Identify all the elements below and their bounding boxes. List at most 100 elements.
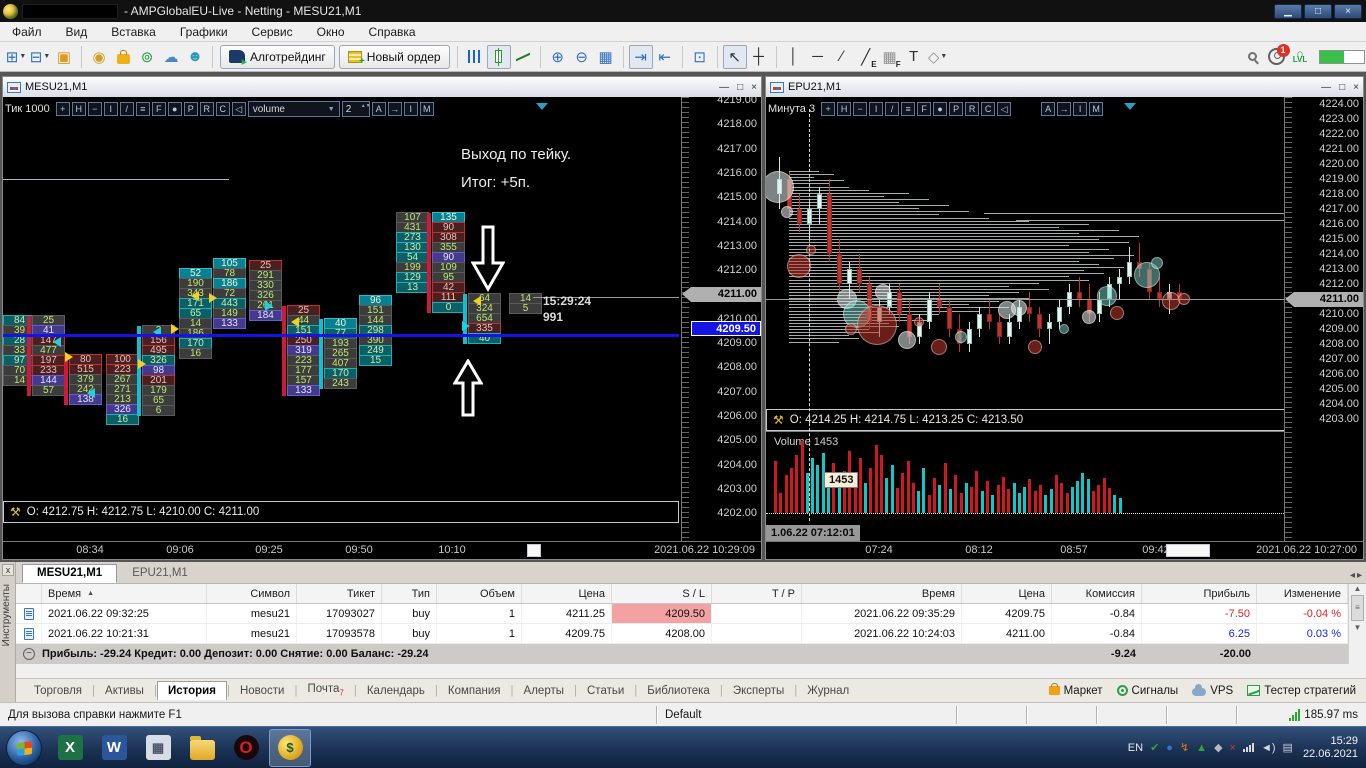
tab-Активы[interactable]: Активы xyxy=(95,682,154,700)
column-header[interactable]: Изменение xyxy=(1257,584,1348,603)
autoscroll-icon[interactable]: ⇥ xyxy=(628,44,653,69)
chart-toolbar-button[interactable]: I xyxy=(1073,102,1088,116)
scroll-right-icon[interactable]: ▸ xyxy=(1357,570,1362,581)
price-scale[interactable]: 4224.00 4223.00 4222.00 4221.00 4220.00 4219.… xyxy=(1284,97,1363,541)
column-header[interactable]: Тикет xyxy=(297,584,382,603)
chart-toolbar-button[interactable]: ◁ xyxy=(231,102,246,116)
shapes-icon[interactable]: ◇ ▼ xyxy=(926,45,950,69)
chart-toolbar-button[interactable]: M xyxy=(419,102,434,116)
status-profile[interactable]: Default xyxy=(656,705,956,724)
chart-toolbar-button[interactable]: − xyxy=(87,102,102,116)
chart-toolbar-button[interactable]: C xyxy=(215,102,230,116)
chart-window-title-bar[interactable]: EPU21,M1 — □ × xyxy=(766,77,1363,97)
chart-toolbar-button[interactable]: R xyxy=(965,102,980,116)
column-header[interactable]: Тип xyxy=(382,584,437,603)
column-header[interactable]: Прибыль xyxy=(1142,584,1257,603)
market-wallet-icon[interactable]: ◉ xyxy=(87,45,111,69)
menu-item-Графики[interactable]: Графики xyxy=(168,23,240,41)
candle-chart-plot[interactable]: ⚒ O: 4214.25 H: 4214.75 L: 4213.25 C: 421… xyxy=(766,97,1363,541)
chart-tab-EPU21,M1[interactable]: EPU21,M1 xyxy=(117,564,203,583)
tray-signal-icon[interactable] xyxy=(1242,743,1254,752)
menu-item-Вид[interactable]: Вид xyxy=(54,23,100,41)
column-header[interactable]: Время ▲ xyxy=(42,584,207,603)
scroll-down-icon[interactable]: ▼ xyxy=(1349,623,1366,632)
column-header[interactable]: Объем xyxy=(437,584,522,603)
time-axis[interactable]: 08:34 09:06 09:25 09:50 10:10 2021.06.22 10:2… xyxy=(3,541,761,559)
cluster-size-spinner[interactable]: 2 xyxy=(341,101,370,117)
column-header[interactable]: Символ xyxy=(207,584,297,603)
column-header[interactable]: Комиссия xyxy=(1052,584,1142,603)
scroll-thumb[interactable]: ≡ xyxy=(1351,595,1364,621)
signals-icon[interactable]: ⊚ xyxy=(135,45,159,69)
scroll-left-icon[interactable]: ◂ xyxy=(1350,570,1355,581)
chart-toolbar-button[interactable]: I xyxy=(403,102,418,116)
taskbar-app-calc[interactable]: ▦ xyxy=(137,729,179,767)
button-Тестер стратегий[interactable]: Тестер стратегий xyxy=(1247,685,1356,697)
trendline-icon[interactable]: ∕ xyxy=(830,45,854,69)
fibo-grid-icon[interactable]: ▦ F xyxy=(878,45,902,69)
chart-maximize-button[interactable]: □ xyxy=(737,82,743,93)
tray-icon[interactable]: ◆ xyxy=(1214,742,1222,754)
tray-icon[interactable]: ✔ xyxy=(1150,742,1159,754)
chart-toolbar-button[interactable]: → xyxy=(387,102,402,116)
new-order-button[interactable]: Новый ордер xyxy=(338,44,450,69)
start-button[interactable] xyxy=(6,729,42,766)
zoom-in-icon[interactable]: ⊕ xyxy=(546,45,570,69)
taskbar-app-word[interactable]: W xyxy=(93,729,135,767)
chart-toolbar-button[interactable]: M xyxy=(1089,102,1104,116)
new-chart-icon[interactable]: ⊞ ▼ xyxy=(4,45,28,69)
chart-close-button[interactable]: × xyxy=(751,82,757,93)
chart-tab-MESU21,M1[interactable]: MESU21,M1 xyxy=(22,564,118,583)
line-chart-icon[interactable] xyxy=(511,45,535,69)
time-axis[interactable]: 07:24 08:12 08:57 09:42 2021.06.22 10:27:00 xyxy=(766,541,1363,559)
collapse-icon[interactable]: − xyxy=(23,648,35,660)
tab-Компания[interactable]: Компания xyxy=(438,682,511,700)
algo-trading-button[interactable]: Алготрейдинг xyxy=(220,44,335,69)
text-label-icon[interactable]: T xyxy=(902,45,926,69)
tab-Библиотека[interactable]: Библиотека xyxy=(637,682,720,700)
save-template-icon[interactable]: ⊡ xyxy=(688,45,712,69)
taskbar-app-mt5[interactable]: $ xyxy=(269,728,311,767)
chart-toolbar-button[interactable]: → xyxy=(1057,102,1072,116)
tab-Календарь[interactable]: Календарь xyxy=(357,682,435,700)
tile-windows-icon[interactable]: ▦ xyxy=(594,45,618,69)
button-Маркет[interactable]: Маркет xyxy=(1048,683,1103,697)
chart-toolbar-button[interactable]: I xyxy=(869,102,884,116)
taskbar-app-opera[interactable]: O xyxy=(225,729,267,767)
tray-icon[interactable]: ↯ xyxy=(1180,742,1189,754)
community-icon[interactable]: ☻ xyxy=(183,45,207,69)
tray-icon[interactable]: ▲ xyxy=(1196,742,1207,754)
zoom-out-icon[interactable]: ⊖ xyxy=(570,45,594,69)
tab-Почта[interactable]: Почта7 xyxy=(297,680,353,700)
tab-Торговля[interactable]: Торговля xyxy=(24,682,92,700)
candles-chart-icon[interactable] xyxy=(486,44,511,69)
chart-toolbar-button[interactable]: F xyxy=(917,102,932,116)
toolbox-close-button[interactable]: x xyxy=(2,564,14,576)
chart-close-button[interactable]: × xyxy=(1353,82,1359,93)
column-header[interactable]: T / P xyxy=(712,584,802,603)
symbols-icon[interactable]: ▣ xyxy=(52,45,76,69)
tab-Новости[interactable]: Новости xyxy=(230,682,295,700)
chart-window-title-bar[interactable]: MESU21,M1 — □ × xyxy=(3,77,761,97)
column-header[interactable]: S / L xyxy=(612,584,712,603)
chart-toolbar-button[interactable]: ● xyxy=(933,102,948,116)
tab-Эксперты[interactable]: Эксперты xyxy=(723,682,794,700)
tray-icon[interactable]: ▤ xyxy=(1283,742,1293,754)
chart-toolbar-button[interactable]: + xyxy=(821,102,836,116)
lvl-icon[interactable]: ∩ LVL xyxy=(1288,45,1312,69)
chart-toolbar-button[interactable]: A xyxy=(371,102,386,116)
app-maximize-button[interactable]: □ xyxy=(1304,3,1332,19)
cursor-icon[interactable]: ↖ xyxy=(722,44,747,69)
chart-toolbar-button[interactable]: − xyxy=(853,102,868,116)
bars-chart-icon[interactable] xyxy=(463,45,487,69)
chart-toolbar-button[interactable]: F xyxy=(151,102,166,116)
chart-toolbar-button[interactable]: A xyxy=(1041,102,1056,116)
equidistant-channel-icon[interactable]: ╱ E xyxy=(854,45,878,69)
chart-toolbar-button[interactable]: / xyxy=(885,102,900,116)
button-VPS[interactable]: VPS xyxy=(1192,684,1233,697)
app-minimize-button[interactable]: ▁ xyxy=(1274,3,1302,19)
table-row[interactable]: 2021.06.22 10:21:31 mesu21 17093578 buy 1 420… xyxy=(16,624,1366,644)
tray-icon[interactable]: ● xyxy=(1166,742,1173,754)
chart-toolbar-button[interactable]: I xyxy=(103,102,118,116)
keyboard-layout[interactable]: EN xyxy=(1128,742,1143,754)
